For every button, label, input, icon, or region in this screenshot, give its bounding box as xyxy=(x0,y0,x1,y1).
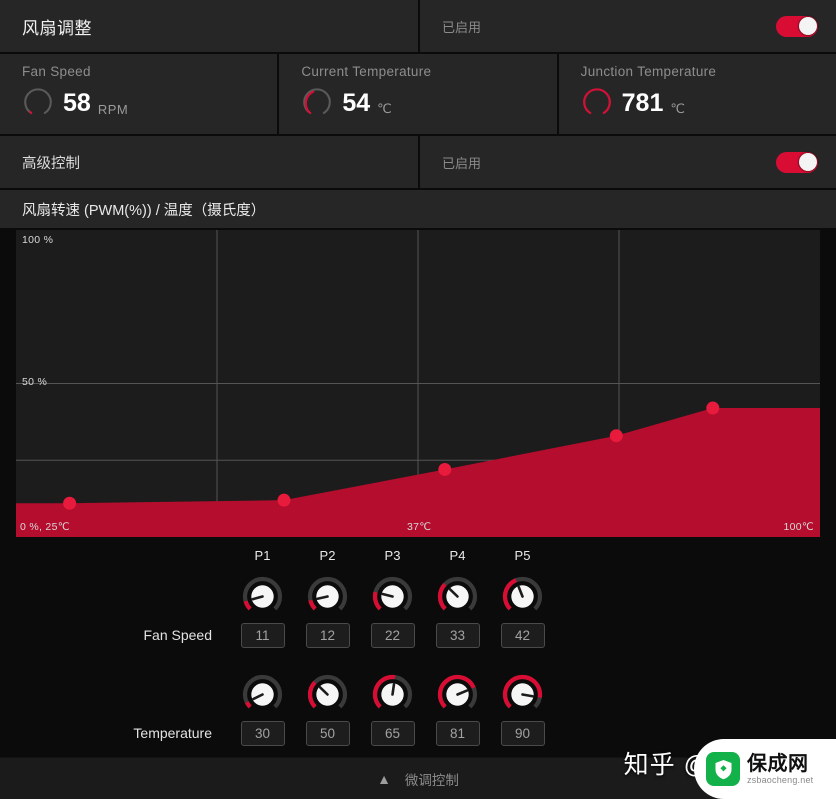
knob-dial xyxy=(242,576,283,610)
stat-card-fan-speed: Fan Speed 58 RPM xyxy=(0,54,280,134)
point-header-row: P1 P2 P3 P4 P5 xyxy=(0,543,836,569)
knob-dial xyxy=(502,674,543,708)
fan-speed-knob-p2[interactable] xyxy=(307,576,348,617)
fan-curve-chart[interactable]: 100 % 50 % 0 %, 25℃ 37℃ 100℃ xyxy=(16,230,820,537)
temperature-knob-p4[interactable] xyxy=(437,674,478,715)
stat-card-current-temperature: Current Temperature 54 ℃ xyxy=(279,54,559,134)
header-status-label: 已启用 xyxy=(442,19,482,35)
fan-tuning-toggle[interactable] xyxy=(776,15,818,37)
watermark-name: 保成网 xyxy=(747,752,809,775)
toggle-knob xyxy=(798,17,817,35)
temperature-knob-p5[interactable] xyxy=(502,674,543,715)
temperature-knob-p2[interactable] xyxy=(307,674,348,715)
stat-label: Junction Temperature xyxy=(580,64,717,79)
knob-dial xyxy=(307,576,348,610)
temperature-knob-row xyxy=(0,671,836,717)
fine-tune-label: 微调控制 xyxy=(404,772,459,788)
advanced-status-cell: 已启用 xyxy=(420,136,836,188)
shield-icon xyxy=(706,752,740,786)
header-status-cell: 已启用 xyxy=(420,0,836,52)
fan-tuning-panel: 风扇调整 已启用 Fan Speed 58 RPM Current Temper… xyxy=(0,0,836,799)
fan-speed-knob-p3[interactable] xyxy=(372,576,413,617)
stat-label: Fan Speed xyxy=(22,64,91,79)
point-matrix: P1 P2 P3 P4 P5 Fan Speed 11 12 22 33 42 … xyxy=(0,537,836,749)
junction-temperature-gauge-icon xyxy=(582,88,611,115)
fan-speed-input-p2[interactable]: 12 xyxy=(305,622,350,648)
stat-unit: ℃ xyxy=(377,101,393,116)
stat-unit: RPM xyxy=(97,102,129,117)
advanced-control-toggle[interactable] xyxy=(776,151,818,173)
stat-card-junction-temperature: Junction Temperature 781 ℃ xyxy=(558,54,836,134)
header-title-cell: 风扇调整 xyxy=(0,0,420,52)
knob-dial xyxy=(307,674,348,708)
advanced-title-cell: 高级控制 xyxy=(0,136,420,188)
temperature-input-p3[interactable]: 65 xyxy=(370,720,415,746)
temperature-input-p4[interactable]: 81 xyxy=(435,720,480,746)
point-header-p4: P4 xyxy=(449,548,466,563)
chevron-up-icon: ▲ xyxy=(377,770,391,787)
fan-speed-input-p4[interactable]: 33 xyxy=(435,622,480,648)
point-header-p3: P3 xyxy=(384,548,401,563)
chart-header: 风扇转速 (PWM(%)) / 温度（摄氏度） xyxy=(0,190,836,230)
fan-curve-svg xyxy=(16,230,820,537)
stat-value: 54 xyxy=(342,88,371,117)
fan-speed-knob-p1[interactable] xyxy=(242,576,283,617)
point-header-cells: P1 P2 P3 P4 P5 xyxy=(230,547,555,565)
toggle-knob xyxy=(798,153,817,171)
stats-row: Fan Speed 58 RPM Current Temperature 54 … xyxy=(0,54,836,136)
stat-value: 58 xyxy=(63,88,91,117)
knob-dial xyxy=(372,674,413,708)
fan-speed-value-row: Fan Speed 11 12 22 33 42 xyxy=(0,619,836,651)
point-header-p1: P1 xyxy=(254,548,271,563)
point-header-p2: P2 xyxy=(319,548,336,563)
watermark-url: zsbaocheng.net xyxy=(747,774,814,785)
chart-wrap: 100 % 50 % 0 %, 25℃ 37℃ 100℃ xyxy=(0,230,836,537)
fan-speed-row-label: Fan Speed xyxy=(143,627,213,643)
temperature-row-label: Temperature xyxy=(133,725,212,741)
fan-speed-input-p1[interactable]: 11 xyxy=(240,622,285,648)
fan-speed-knob-row xyxy=(0,573,836,619)
page-title: 风扇调整 xyxy=(22,18,92,38)
knob-dial xyxy=(502,576,543,610)
header-row: 风扇调整 已启用 xyxy=(0,0,836,54)
advanced-control-title: 高级控制 xyxy=(22,155,80,172)
temperature-input-p5[interactable]: 90 xyxy=(500,720,545,746)
stat-label: Current Temperature xyxy=(301,64,432,79)
temperature-input-p2[interactable]: 50 xyxy=(305,720,350,746)
fan-speed-input-p3[interactable]: 22 xyxy=(370,622,415,648)
baocheng-watermark-logo: 保成网 zsbaocheng.net xyxy=(694,739,836,799)
fan-speed-input-p5[interactable]: 42 xyxy=(500,622,545,648)
current-temperature-gauge-icon xyxy=(303,88,332,115)
knob-dial xyxy=(242,674,283,708)
fan-speed-gauge-icon xyxy=(24,88,52,115)
temperature-knob-p3[interactable] xyxy=(372,674,413,715)
fan-speed-knob-p4[interactable] xyxy=(437,576,478,617)
chart-title: 风扇转速 (PWM(%)) / 温度（摄氏度） xyxy=(22,202,266,219)
stat-unit: ℃ xyxy=(670,101,686,116)
temperature-input-p1[interactable]: 30 xyxy=(240,720,285,746)
stat-value: 781 xyxy=(621,88,664,117)
fan-speed-knob-p5[interactable] xyxy=(502,576,543,617)
temperature-knob-p1[interactable] xyxy=(242,674,283,715)
advanced-status-label: 已启用 xyxy=(442,155,482,171)
knob-dial xyxy=(437,674,478,708)
shield-glyph xyxy=(715,759,731,779)
knob-dial xyxy=(437,576,478,610)
advanced-control-row: 高级控制 已启用 xyxy=(0,136,836,190)
matrix-gap xyxy=(0,651,836,667)
knob-dial xyxy=(372,576,413,610)
point-header-p5: P5 xyxy=(514,548,531,563)
